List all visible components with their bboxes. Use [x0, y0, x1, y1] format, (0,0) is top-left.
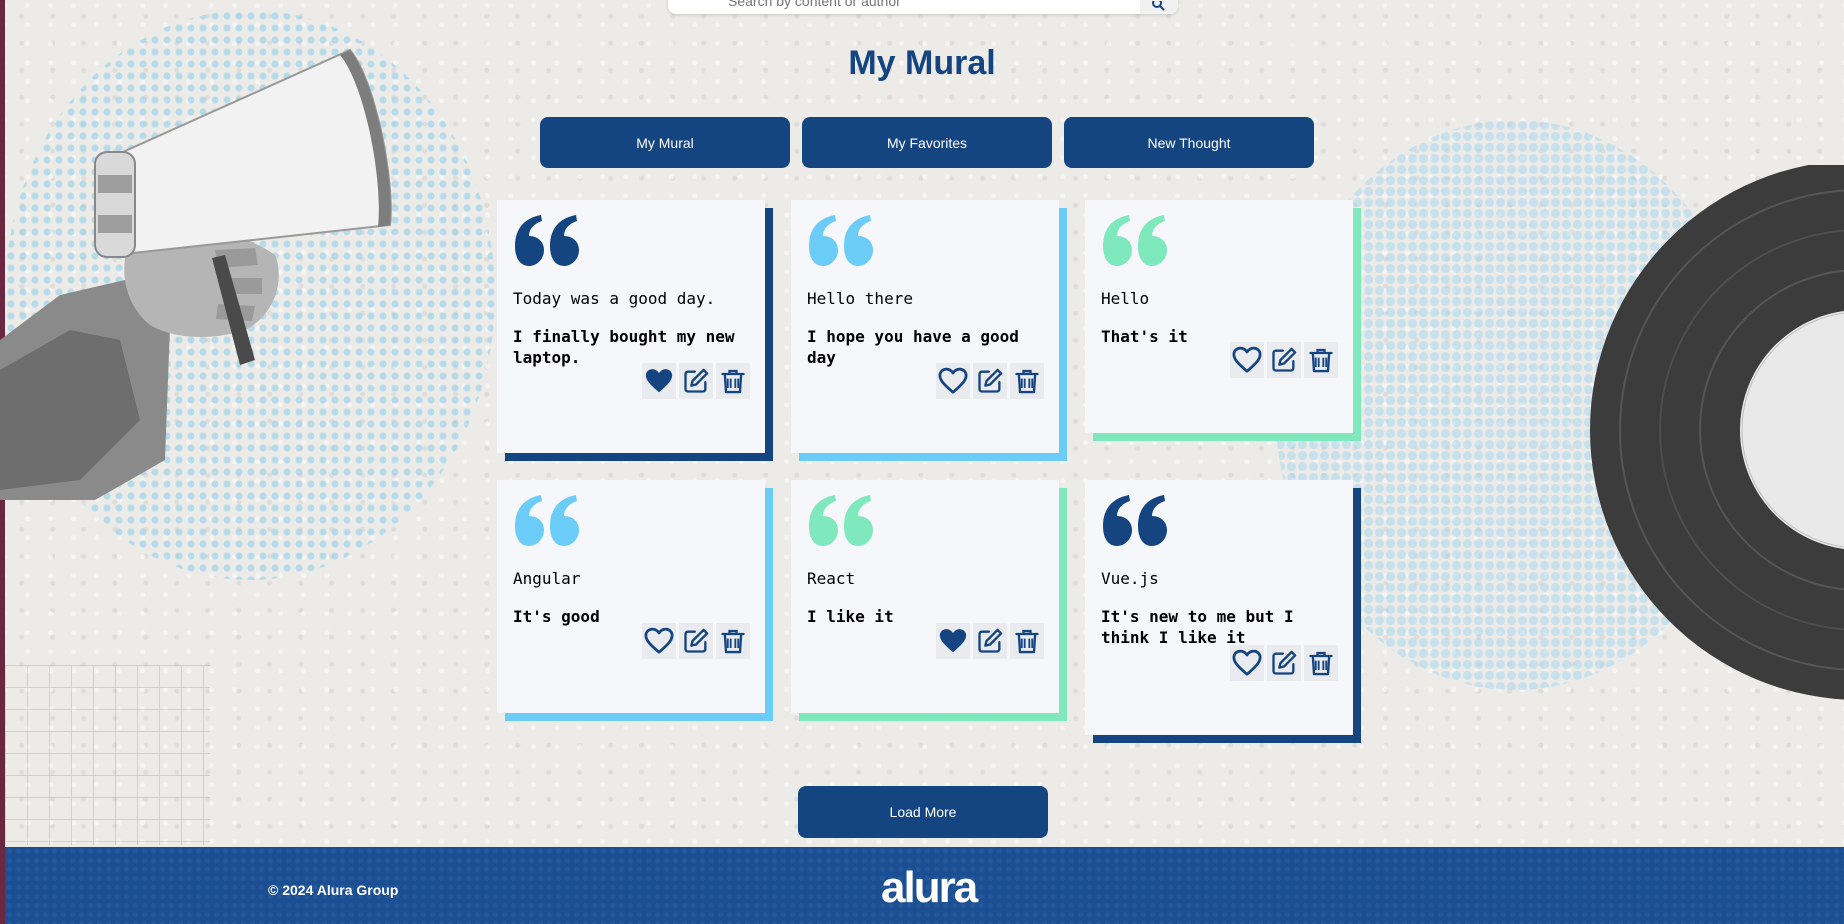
footer: © 2024 Alura Group alura [5, 847, 1844, 924]
heart-icon [644, 627, 674, 654]
new-thought-button[interactable]: New Thought [1064, 117, 1314, 168]
edit-icon [1272, 347, 1297, 372]
favorite-button[interactable] [1230, 645, 1264, 681]
alura-logo: alura [881, 863, 978, 912]
delete-button[interactable] [1010, 363, 1044, 399]
search-icon [1152, 1, 1165, 11]
search-button[interactable] [1140, 0, 1178, 14]
trash-icon [1015, 369, 1039, 394]
quote-icon [1103, 495, 1167, 546]
quote-icon [515, 495, 579, 546]
edit-icon [684, 368, 709, 393]
trash-icon [721, 369, 745, 394]
card-border-right [1059, 208, 1067, 461]
trash-icon [1309, 348, 1333, 373]
quote-icon [515, 215, 579, 266]
card-actions [936, 623, 1044, 659]
thought-card: React I like it [791, 480, 1059, 713]
load-more-button[interactable]: Load More [798, 786, 1048, 838]
card-border-right [765, 208, 773, 461]
thought-author: I finally bought my new laptop. [513, 327, 735, 367]
trash-icon [1015, 629, 1039, 654]
my-mural-button[interactable]: My Mural [540, 117, 790, 168]
card-border-bottom [799, 713, 1067, 721]
edit-icon [1272, 650, 1297, 675]
favorite-button[interactable] [936, 623, 970, 659]
trash-icon [1309, 651, 1333, 676]
edit-icon [978, 628, 1003, 653]
card-border-right [1353, 488, 1361, 743]
heart-icon [938, 367, 968, 394]
vinyl-record-illustration [1590, 165, 1844, 700]
delete-button[interactable] [716, 623, 750, 659]
thought-content: Today was a good day. [513, 289, 716, 308]
thought-author: I hope you have a good day [807, 327, 1019, 367]
thought-card: Angular It's good [497, 480, 765, 713]
delete-button[interactable] [1304, 342, 1338, 378]
thought-card: Vue.js It's new to me but I think I like … [1085, 480, 1353, 735]
card-actions [642, 623, 750, 659]
card-border-bottom [505, 713, 773, 721]
heart-icon [939, 629, 967, 653]
heart-icon [645, 369, 673, 393]
edit-button[interactable] [1267, 342, 1301, 378]
card-actions [1230, 645, 1338, 681]
card-border-bottom [505, 453, 773, 461]
card-border-right [1059, 488, 1067, 721]
favorite-button[interactable] [1230, 342, 1264, 378]
thought-card: Hello That's it [1085, 200, 1353, 433]
trash-icon [721, 629, 745, 654]
delete-button[interactable] [1010, 623, 1044, 659]
thought-content: Angular [513, 569, 581, 588]
megaphone-illustration [0, 48, 392, 500]
favorite-button[interactable] [936, 363, 970, 399]
card-border-right [765, 488, 773, 721]
thought-content: React [807, 569, 856, 588]
edit-icon [978, 368, 1003, 393]
quote-icon [809, 215, 873, 266]
card-border-bottom [799, 453, 1067, 461]
card-actions [936, 363, 1044, 399]
card-border-bottom [1093, 735, 1361, 743]
quote-icon [809, 495, 873, 546]
delete-button[interactable] [1304, 645, 1338, 681]
thought-card: Today was a good day. I finally bought my… [497, 200, 765, 453]
quote-icon [1103, 215, 1167, 266]
heart-icon [1232, 649, 1262, 676]
search-input[interactable] [668, 0, 1128, 14]
favorite-button[interactable] [642, 623, 676, 659]
edit-button[interactable] [1267, 645, 1301, 681]
edit-icon [684, 628, 709, 653]
thought-content: Hello there [807, 289, 913, 308]
edit-button[interactable] [973, 623, 1007, 659]
page-title: My Mural [848, 44, 996, 82]
thought-content: Hello [1101, 289, 1150, 308]
edit-button[interactable] [973, 363, 1007, 399]
card-actions [1230, 342, 1338, 378]
delete-button[interactable] [716, 363, 750, 399]
thought-card: Hello there I hope you have a good day [791, 200, 1059, 453]
edit-button[interactable] [679, 363, 713, 399]
thought-author: It's new to me but I think I like it [1101, 607, 1294, 647]
edit-button[interactable] [679, 623, 713, 659]
card-border-right [1353, 208, 1361, 441]
copyright-text: © 2024 Alura Group [268, 882, 399, 898]
favorite-button[interactable] [642, 363, 676, 399]
card-border-bottom [1093, 433, 1361, 441]
card-actions [642, 363, 750, 399]
thought-content: Vue.js [1101, 569, 1159, 588]
heart-icon [1232, 346, 1262, 373]
my-favorites-button[interactable]: My Favorites [802, 117, 1052, 168]
search-bar [668, 0, 1178, 14]
decorative-grid [5, 665, 210, 845]
